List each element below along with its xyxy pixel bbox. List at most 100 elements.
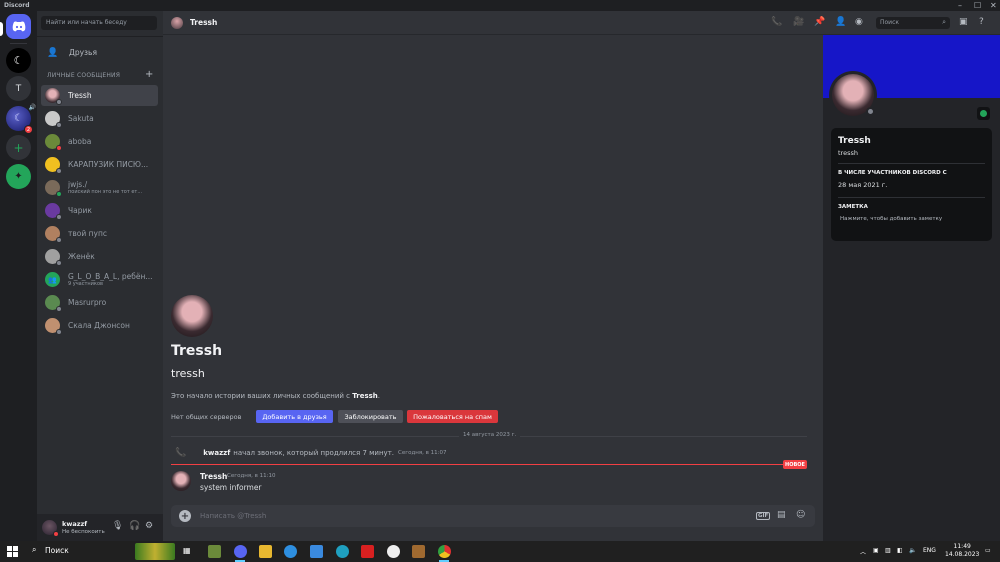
status-offline-icon	[56, 99, 62, 105]
server-t[interactable]: T	[6, 76, 31, 101]
call-user[interactable]: kwazzf	[203, 449, 230, 457]
message-text: system informer	[200, 483, 262, 492]
profile-panel-avatar[interactable]	[829, 71, 877, 119]
message-timestamp: Сегодня, в 11:10	[227, 473, 276, 479]
task-view-icon[interactable]: ▦	[183, 546, 191, 555]
settings-gear-icon[interactable]: ⚙	[145, 521, 153, 531]
dm-item-charik[interactable]: Чарик	[41, 200, 158, 221]
server-t-label: T	[15, 83, 22, 94]
header-search-input[interactable]: Поиск ⌕	[876, 17, 950, 29]
block-button[interactable]: Заблокировать	[338, 410, 403, 423]
gif-icon[interactable]: GIF	[756, 512, 771, 520]
dm-name: твой пупс	[68, 229, 108, 238]
discord-app-icon[interactable]	[234, 545, 247, 558]
add-server-button[interactable]: +	[6, 135, 31, 160]
dm-item-aboba[interactable]: aboba	[41, 131, 158, 152]
status-offline-icon	[56, 329, 62, 335]
attach-plus-icon[interactable]: +	[179, 510, 191, 522]
user-profile-toggle-icon[interactable]: ◉	[855, 17, 863, 27]
dm-item-tressh[interactable]: Tressh	[41, 85, 158, 106]
minecraft-app-icon[interactable]	[208, 545, 221, 558]
dm-header: ЛИЧНЫЕ СООБЩЕНИЯ	[47, 72, 121, 79]
dm-item-masrurpro[interactable]: Masrurpro	[41, 292, 158, 313]
date-divider-label: 14 августа 2023 г.	[459, 432, 521, 438]
create-dm-icon[interactable]: +	[145, 69, 153, 80]
speaker-icon[interactable]: 🔈	[909, 547, 916, 554]
window-title: Discord	[4, 2, 30, 9]
app-icon[interactable]	[387, 545, 400, 558]
help-icon[interactable]: ?	[979, 17, 984, 27]
window-titlebar: Discord – ☐ ✕	[0, 0, 1000, 11]
dm-name: Sakuta	[68, 114, 94, 123]
tray-app-icon[interactable]: ◧	[897, 547, 903, 554]
video-call-icon[interactable]: 🎥	[793, 17, 804, 27]
dm-item-sakuta[interactable]: Sakuta	[41, 108, 158, 129]
dm-item-global-group[interactable]: 👥 G_L_O_B_A_L, ребён... 9 участников	[41, 269, 158, 290]
maximize-icon[interactable]: ☐	[974, 1, 981, 10]
intro-suffix: .	[377, 392, 381, 400]
dm-item-skala[interactable]: Скала Джонсон	[41, 315, 158, 336]
message-input[interactable]: Написать @Tressh	[200, 512, 266, 520]
server-voice[interactable]: ☾ 🔊 2	[6, 104, 36, 134]
file-explorer-icon[interactable]	[259, 545, 272, 558]
dm-name: aboba	[68, 137, 92, 146]
message-composer: + Написать @Tressh GIF ▤ ☺	[171, 505, 815, 527]
teamviewer-icon[interactable]	[284, 545, 297, 558]
chrome-icon[interactable]	[438, 545, 451, 558]
mic-icon[interactable]: 🎙	[112, 521, 123, 531]
store-icon[interactable]	[310, 545, 323, 558]
user-status: Не беспокоить	[62, 529, 105, 535]
avatar	[45, 318, 62, 335]
dm-item-jwjs[interactable]: jwjs./поиский пон это не тот ет...	[41, 177, 158, 198]
add-friend-button[interactable]: Добавить в друзья	[256, 410, 333, 423]
user-profile-panel: Tressh tressh В ЧИСЛЕ УЧАСТНИКОВ DISCORD…	[823, 35, 1000, 541]
nitro-badge-icon[interactable]	[977, 107, 990, 120]
profile-card-name: Tressh	[838, 136, 871, 146]
windows-start-icon[interactable]	[7, 546, 18, 557]
taskbar-search[interactable]: Поиск	[45, 546, 69, 555]
chat-header: Tressh 📞 🎥 📌 👤 ◉ Поиск ⌕ ▣ ?	[163, 11, 1000, 35]
friends-label: Друзья	[69, 48, 97, 57]
intro-prefix: Это начало истории ваших личных сообщени…	[171, 392, 353, 400]
pin-icon[interactable]: 📌	[814, 17, 825, 27]
dm-item-tvoi-pups[interactable]: твой пупс	[41, 223, 158, 244]
search-placeholder: Поиск	[880, 19, 900, 26]
server-moon[interactable]: ☾	[6, 48, 31, 73]
header-avatar	[171, 17, 183, 29]
dm-name: Tressh	[68, 91, 92, 100]
acrobat-icon[interactable]	[361, 545, 374, 558]
app-icon[interactable]	[412, 545, 425, 558]
friends-nav-item[interactable]: 👤 Друзья	[41, 44, 157, 61]
message-avatar[interactable]	[171, 471, 191, 491]
tray-app-icon[interactable]: ▥	[885, 547, 891, 554]
keyboard-language[interactable]: ENG	[923, 547, 936, 554]
voice-call-icon[interactable]: 📞	[771, 17, 782, 27]
dm-sidebar: Найти или начать беседу 👤 Друзья ЛИЧНЫЕ …	[37, 11, 163, 541]
dm-item-karapuzik[interactable]: КАРАПУЗИК ПИСЮ...	[41, 154, 158, 175]
tray-chevron-icon[interactable]: ︿	[860, 547, 866, 556]
member-since-date: 28 мая 2021 г.	[838, 181, 888, 189]
dm-search-input[interactable]: Найти или начать беседу	[41, 16, 157, 30]
dm-name: G_L_O_B_A_L, ребён...	[68, 272, 153, 281]
add-friend-to-dm-icon[interactable]: 👤	[835, 17, 846, 27]
note-input[interactable]: Нажмите, чтобы добавить заметку	[840, 216, 942, 222]
tray-app-icon[interactable]: ▣	[873, 547, 879, 554]
avatar[interactable]	[42, 520, 59, 537]
status-offline-icon	[56, 260, 62, 266]
report-spam-button[interactable]: Пожаловаться на спам	[407, 410, 498, 423]
inbox-icon[interactable]: ▣	[959, 17, 968, 27]
search-icon: ⌕	[942, 18, 946, 26]
dm-item-zhenek[interactable]: Женёк	[41, 246, 158, 267]
emoji-icon[interactable]: ☺	[796, 510, 805, 520]
close-icon[interactable]: ✕	[990, 1, 997, 10]
message-author[interactable]: Tressh	[200, 472, 227, 481]
headphones-icon[interactable]: 🎧	[129, 521, 140, 531]
discord-home-button[interactable]	[6, 14, 31, 39]
minimize-icon[interactable]: –	[958, 1, 962, 10]
explore-servers-button[interactable]: ✦	[6, 164, 31, 189]
sticker-icon[interactable]: ▤	[777, 510, 786, 520]
notifications-icon[interactable]: ▭	[985, 547, 991, 554]
edge-icon[interactable]	[336, 545, 349, 558]
call-event: 📞 kwazzf начал звонок, который продлился…	[175, 448, 447, 458]
clock[interactable]: 11:49 14.08.2023	[945, 543, 979, 559]
